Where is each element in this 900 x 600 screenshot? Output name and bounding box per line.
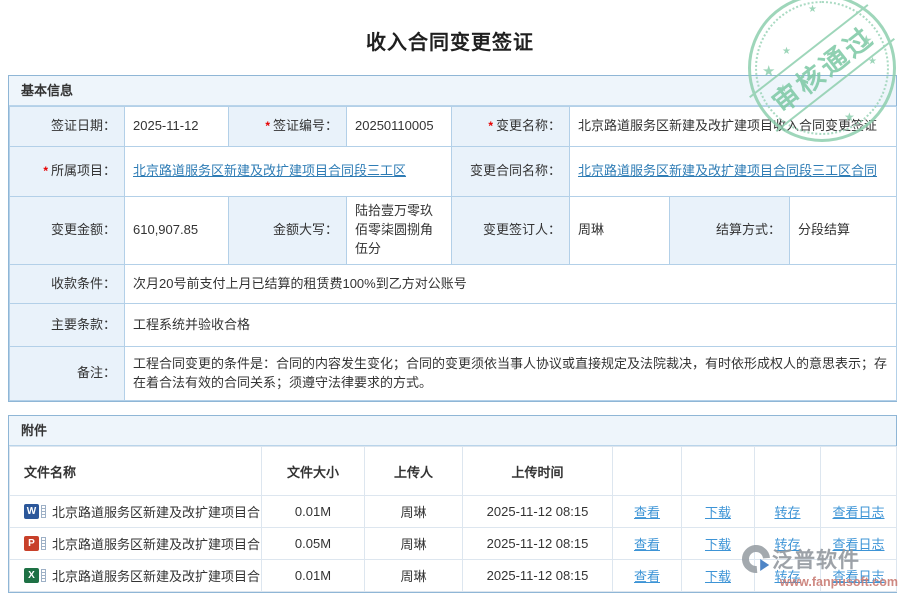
sign-no-value: 20250110005 [347, 107, 452, 147]
download-link[interactable]: 下载 [705, 505, 731, 520]
file-page-icon [41, 537, 46, 550]
file-uploader: 周琳 [365, 528, 463, 560]
remark-label: 备注： [10, 347, 125, 401]
ppt-file-icon: P [24, 536, 39, 551]
col-header-upload-time: 上传时间 [463, 447, 613, 496]
basic-info-table: 签证日期： 2025-11-12 *签证编号： 20250110005 *变更名… [9, 106, 897, 401]
col-header-action [613, 447, 682, 496]
sign-date-value: 2025-11-12 [125, 107, 229, 147]
change-contract-value-cell: 北京路道服务区新建及改扩建项目合同段三工区合同 [570, 147, 897, 197]
settlement-value: 分段结算 [790, 197, 897, 265]
file-name-cell: P 北京路道服务区新建及改扩建项目合 [24, 534, 255, 553]
project-link[interactable]: 北京路道服务区新建及改扩建项目合同段三工区 [133, 163, 406, 178]
change-name-label: *变更名称： [452, 107, 570, 147]
file-upload-time: 2025-11-12 08:15 [463, 528, 613, 560]
file-size: 0.01M [262, 560, 365, 592]
basic-info-panel: 基本信息 签证日期： 2025-11-12 *签证编号： 20250110005… [8, 75, 897, 402]
download-link[interactable]: 下载 [705, 569, 731, 584]
file-name: 北京路道服务区新建及改扩建项目合 [52, 502, 260, 521]
change-name-value: 北京路道服务区新建及改扩建项目收入合同变更签证 [570, 107, 897, 147]
col-header-action [821, 447, 897, 496]
download-link[interactable]: 下载 [705, 537, 731, 552]
attachments-table: 文件名称 文件大小 上传人 上传时间 W 北京路道服务区新建及改扩建项目合 0.… [9, 446, 897, 592]
file-uploader: 周琳 [365, 496, 463, 528]
payment-terms-value: 次月20号前支付上月已结算的租赁费100%到乙方对公账号 [125, 265, 897, 304]
attachment-row: X 北京路道服务区新建及改扩建项目合 0.01M 周琳 2025-11-12 0… [10, 560, 897, 592]
col-header-file-size: 文件大小 [262, 447, 365, 496]
change-contract-label: 变更合同名称： [452, 147, 570, 197]
file-upload-time: 2025-11-12 08:15 [463, 560, 613, 592]
required-marker: * [265, 119, 270, 133]
main-terms-label: 主要条款： [10, 304, 125, 347]
main-terms-value: 工程系统并验收合格 [125, 304, 897, 347]
basic-info-section-header: 基本信息 [9, 76, 896, 106]
word-file-icon: W [24, 504, 39, 519]
signer-value: 周琳 [570, 197, 670, 265]
required-marker: * [43, 164, 48, 178]
save-copy-link[interactable]: 转存 [774, 537, 800, 552]
col-header-uploader: 上传人 [365, 447, 463, 496]
view-link[interactable]: 查看 [634, 569, 660, 584]
file-size: 0.01M [262, 496, 365, 528]
project-label: *所属项目： [10, 147, 125, 197]
file-name: 北京路道服务区新建及改扩建项目合 [52, 566, 260, 585]
view-log-link[interactable]: 查看日志 [832, 569, 884, 584]
file-name: 北京路道服务区新建及改扩建项目合 [52, 534, 260, 553]
file-name-cell: W 北京路道服务区新建及改扩建项目合 [24, 502, 255, 521]
change-contract-link[interactable]: 北京路道服务区新建及改扩建项目合同段三工区合同 [578, 163, 877, 178]
file-upload-time: 2025-11-12 08:15 [463, 496, 613, 528]
amount-caps-value: 陆拾壹万零玖佰零柒圆捌角伍分 [347, 197, 452, 265]
attachments-panel: 附件 文件名称 文件大小 上传人 上传时间 W 北京路道服务区新建及改扩建项目 [8, 415, 897, 593]
col-header-action [755, 447, 821, 496]
col-header-file-name: 文件名称 [10, 447, 262, 496]
page-title: 收入合同变更签证 [0, 26, 900, 55]
file-size: 0.05M [262, 528, 365, 560]
amount-caps-label: 金额大写： [229, 197, 347, 265]
attachments-section-header: 附件 [9, 416, 896, 446]
excel-file-icon: X [24, 568, 39, 583]
view-link[interactable]: 查看 [634, 505, 660, 520]
col-header-action [682, 447, 755, 496]
view-log-link[interactable]: 查看日志 [832, 505, 884, 520]
save-copy-link[interactable]: 转存 [774, 505, 800, 520]
stamp-star-icon: ★ [868, 56, 877, 67]
settlement-label: 结算方式： [670, 197, 790, 265]
file-page-icon [41, 505, 46, 518]
file-uploader: 周琳 [365, 560, 463, 592]
view-log-link[interactable]: 查看日志 [832, 537, 884, 552]
sign-no-label: *签证编号： [229, 107, 347, 147]
required-marker: * [488, 119, 493, 133]
stamp-star-icon: ★ [808, 4, 817, 15]
attachments-tbody: W 北京路道服务区新建及改扩建项目合 0.01M 周琳 2025-11-12 0… [10, 496, 897, 592]
attachment-row: W 北京路道服务区新建及改扩建项目合 0.01M 周琳 2025-11-12 0… [10, 496, 897, 528]
project-value-cell: 北京路道服务区新建及改扩建项目合同段三工区 [125, 147, 452, 197]
remark-value: 工程合同变更的条件是：合同的内容发生变化；合同的变更须依当事人协议或直接规定及法… [125, 347, 897, 401]
save-copy-link[interactable]: 转存 [774, 569, 800, 584]
payment-terms-label: 收款条件： [10, 265, 125, 304]
signer-label: 变更签订人： [452, 197, 570, 265]
file-name-cell: X 北京路道服务区新建及改扩建项目合 [24, 566, 255, 585]
amount-label: 变更金额： [10, 197, 125, 265]
view-link[interactable]: 查看 [634, 537, 660, 552]
attachment-row: P 北京路道服务区新建及改扩建项目合 0.05M 周琳 2025-11-12 0… [10, 528, 897, 560]
sign-date-label: 签证日期： [10, 107, 125, 147]
file-page-icon [41, 569, 46, 582]
amount-value: 610,907.85 [125, 197, 229, 265]
